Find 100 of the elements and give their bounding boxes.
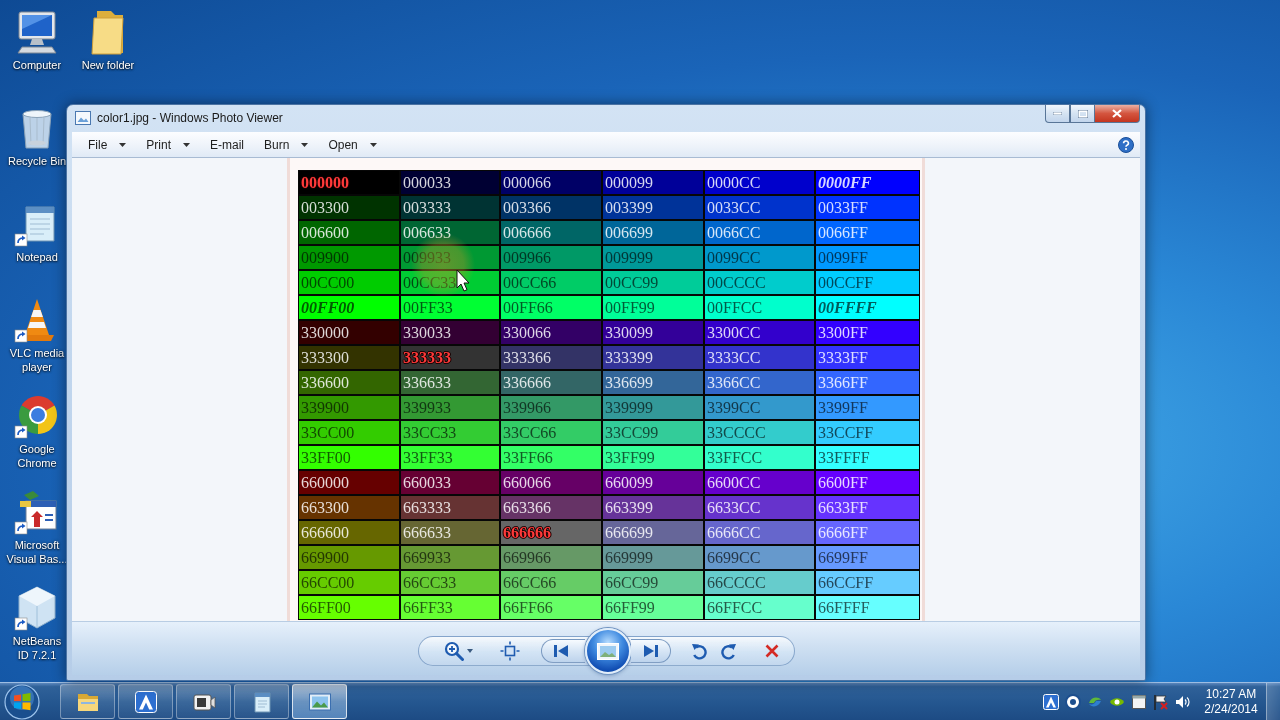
slideshow-button[interactable]: [584, 628, 631, 674]
desktop-item[interactable]: Computer: [11, 6, 63, 73]
table-cell: 66FFFF: [816, 596, 919, 619]
maximize-button[interactable]: [1070, 105, 1095, 123]
table-cell: 33CC99: [603, 421, 703, 444]
taskbar-button[interactable]: [176, 684, 231, 719]
table-cell: 0066CC: [705, 221, 814, 244]
table-cell: 330000: [299, 321, 399, 344]
menu-button[interactable]: Burn: [256, 133, 317, 156]
table-cell: 663300: [299, 496, 399, 519]
table-cell: 000099: [603, 171, 703, 194]
menu-button[interactable]: File: [80, 133, 135, 156]
picture-icon: [75, 111, 91, 125]
table-cell: 006600: [299, 221, 399, 244]
table-cell: 6633CC: [705, 496, 814, 519]
table-cell: 663333: [401, 496, 499, 519]
close-icon: [1112, 109, 1122, 118]
table-cell: 3300FF: [816, 321, 919, 344]
table-cell: 6600CC: [705, 471, 814, 494]
table-cell: 009999: [603, 246, 703, 269]
close-button[interactable]: [1095, 105, 1140, 123]
table-cell: 669933: [401, 546, 499, 569]
caret-icon: [183, 142, 191, 147]
table-cell: 00CC99: [603, 271, 703, 294]
table-cell: 66FF00: [299, 596, 399, 619]
rotate-ccw-icon: [690, 642, 707, 660]
table-cell: 66FF33: [401, 596, 499, 619]
table-cell: 330099: [603, 321, 703, 344]
table-cell: 000066: [501, 171, 601, 194]
table-cell: 3333FF: [816, 346, 919, 369]
table-cell: 660066: [501, 471, 601, 494]
table-cell: 66CC99: [603, 571, 703, 594]
table-cell: 330066: [501, 321, 601, 344]
table-cell: 00CCCC: [705, 271, 814, 294]
window-icon: [1132, 694, 1146, 709]
skip-forward-icon: [644, 645, 658, 657]
table-cell: 0033CC: [705, 196, 814, 219]
table-cell: 009966: [501, 246, 601, 269]
table-cell: 00FFCC: [705, 296, 814, 319]
menu-button[interactable]: E-mail: [202, 133, 253, 156]
table-cell: 336699: [603, 371, 703, 394]
table-cell: 003366: [501, 196, 601, 219]
table-cell: 33CC66: [501, 421, 601, 444]
table-cell: 333333: [401, 346, 499, 369]
table-cell: 00FF66: [501, 296, 601, 319]
clock[interactable]: 10:27 AM 2/24/2014: [1200, 684, 1262, 719]
table-cell: 66CC33: [401, 571, 499, 594]
table-cell: 666699: [603, 521, 703, 544]
table-cell: 66CC66: [501, 571, 601, 594]
next-button[interactable]: [630, 639, 671, 663]
table-cell: 6699FF: [816, 546, 919, 569]
table-cell: 669900: [299, 546, 399, 569]
table-cell: 33CC33: [401, 421, 499, 444]
table-cell: 6633FF: [816, 496, 919, 519]
table-cell: 669999: [603, 546, 703, 569]
table-cell: 6600FF: [816, 471, 919, 494]
desktop-item[interactable]: New folder: [80, 6, 136, 73]
menu-button[interactable]: Open: [320, 133, 385, 156]
table-cell: 0033FF: [816, 196, 919, 219]
minimize-button[interactable]: [1045, 105, 1070, 123]
desktop-item[interactable]: Notepad: [13, 198, 61, 265]
table-cell: 339900: [299, 396, 399, 419]
start-button[interactable]: [2, 683, 42, 720]
table-cell: 336633: [401, 371, 499, 394]
desktop-item[interactable]: Recycle Bin: [6, 102, 68, 169]
table-cell: 3399CC: [705, 396, 814, 419]
table-cell: 336600: [299, 371, 399, 394]
taskbar-button[interactable]: [118, 684, 173, 719]
table-cell: 006666: [501, 221, 601, 244]
show-desktop-button[interactable]: [1266, 683, 1280, 720]
table-cell: 6666FF: [816, 521, 919, 544]
table-cell: 3366CC: [705, 371, 814, 394]
taskbar-button[interactable]: [234, 684, 289, 719]
table-cell: 00FF99: [603, 296, 703, 319]
table-cell: 00CCFF: [816, 271, 919, 294]
menu-button[interactable]: Print: [138, 133, 199, 156]
frame-icon: [499, 641, 520, 661]
help-button[interactable]: [1118, 136, 1134, 153]
taskbar-button[interactable]: [60, 684, 115, 719]
rotate-cw-icon: [720, 642, 737, 660]
skip-back-icon: [554, 645, 568, 657]
table-cell: 66CC00: [299, 571, 399, 594]
table-cell: 0000FF: [816, 171, 919, 194]
table-cell: 3333CC: [705, 346, 814, 369]
table-cell: 33CC00: [299, 421, 399, 444]
table-cell: 6666CC: [705, 521, 814, 544]
table-cell: 0099FF: [816, 246, 919, 269]
table-cell: 669966: [501, 546, 601, 569]
table-cell: 3300CC: [705, 321, 814, 344]
table-cell: 003399: [603, 196, 703, 219]
table-cell: 33FFFF: [816, 446, 919, 469]
table-cell: 00FFFF: [816, 296, 919, 319]
round-badge-icon: [1065, 693, 1081, 710]
table-cell: 333399: [603, 346, 703, 369]
table-cell: 33FF66: [501, 446, 601, 469]
table-cell: 666633: [401, 521, 499, 544]
window-title: color1.jpg - Windows Photo Viewer: [97, 111, 283, 125]
previous-button[interactable]: [540, 639, 585, 663]
table-cell: 00CC00: [299, 271, 399, 294]
table-cell: 660000: [299, 471, 399, 494]
